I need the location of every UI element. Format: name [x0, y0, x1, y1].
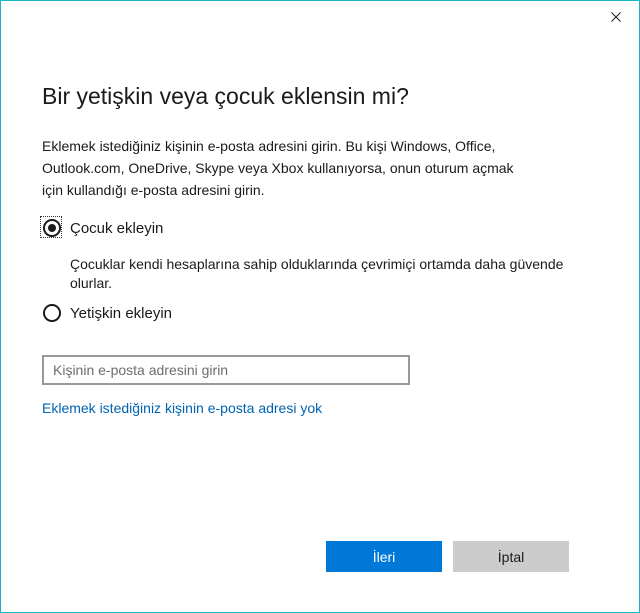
radio-child-label[interactable]: Çocuk ekleyin: [70, 220, 163, 237]
radio-child-control[interactable]: [40, 216, 62, 238]
close-button[interactable]: [593, 1, 639, 32]
cancel-button[interactable]: İptal: [453, 541, 569, 572]
focus-rectangle: [40, 216, 62, 238]
radio-add-adult[interactable]: Yetişkin ekleyin: [42, 303, 172, 323]
close-icon: [611, 11, 621, 22]
radio-adult-control[interactable]: [42, 303, 62, 323]
dialog-window: Bir yetişkin veya çocuk eklensin mi? Ekl…: [0, 0, 640, 613]
dialog-description: Eklemek istediğiniz kişinin e-posta adre…: [42, 138, 514, 198]
title-bar: [1, 1, 639, 33]
radio-circle: [43, 304, 61, 322]
radio-adult-label[interactable]: Yetişkin ekleyin: [70, 305, 172, 322]
email-input[interactable]: [42, 355, 410, 385]
dialog-heading: Bir yetişkin veya çocuk eklensin mi?: [42, 83, 409, 109]
no-email-link[interactable]: Eklemek istediğiniz kişinin e-posta adre…: [42, 400, 322, 416]
next-button[interactable]: İleri: [326, 541, 442, 572]
radio-add-child[interactable]: Çocuk ekleyin: [40, 216, 163, 238]
child-safety-note: Çocuklar kendi hesaplarına sahip oldukla…: [70, 256, 564, 291]
